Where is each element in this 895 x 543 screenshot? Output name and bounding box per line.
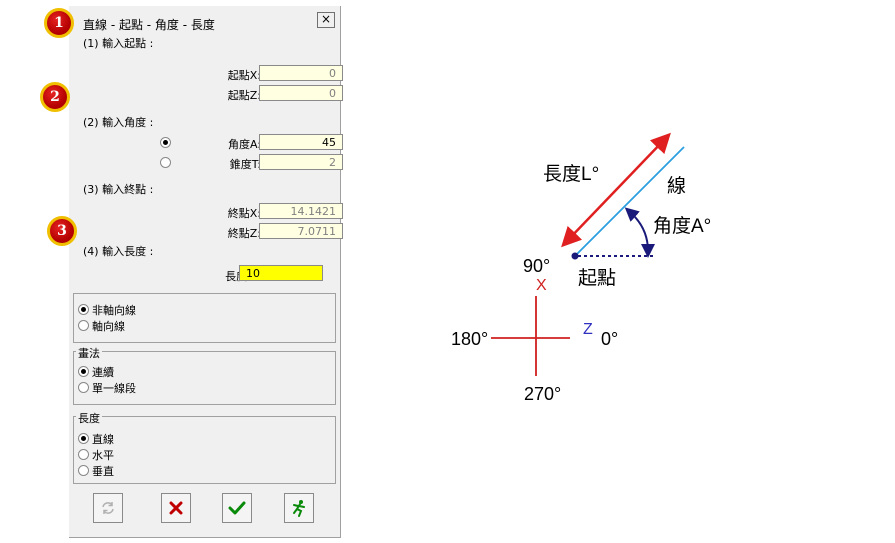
x-axis-label: X xyxy=(536,277,547,294)
start-point-dot xyxy=(571,252,579,260)
diagram-length-label: 長度L° xyxy=(543,163,599,185)
angle-diagram: 長度L° 線 角度A° 起點 X Z 90° 180° 0° 270° xyxy=(451,132,711,404)
diagram-angle-label: 角度A° xyxy=(653,215,711,237)
angle-180-label: 180° xyxy=(451,329,488,349)
angle-arc xyxy=(624,207,655,258)
z-axis-label: Z xyxy=(583,321,593,338)
diagram-line-label: 線 xyxy=(667,175,686,197)
angle-270-label: 270° xyxy=(524,384,561,404)
angle-0-label: 0° xyxy=(601,329,618,349)
length-arrow xyxy=(561,132,671,248)
angle-90-label: 90° xyxy=(523,256,550,276)
diagram-start-label: 起點 xyxy=(578,267,616,289)
